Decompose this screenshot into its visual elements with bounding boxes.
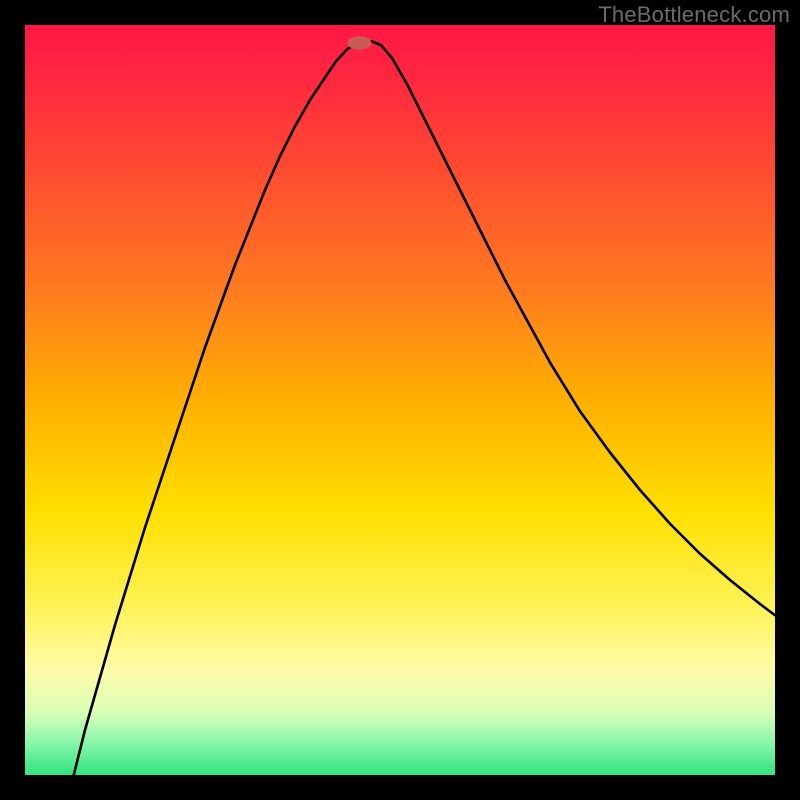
bottleneck-chart <box>25 25 775 775</box>
optimal-marker <box>348 36 372 50</box>
chart-frame: TheBottleneck.com <box>0 0 800 800</box>
gradient-background <box>25 25 775 775</box>
plot-area <box>25 25 775 775</box>
